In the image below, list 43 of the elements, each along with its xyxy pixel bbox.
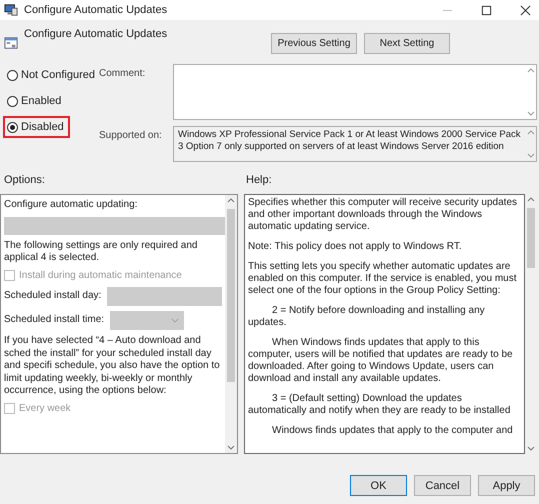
help-paragraph: 2 = Notify before downloading and installing any updates. — [248, 305, 486, 329]
options-heading: Configure automatic updating: — [4, 199, 138, 212]
chevron-icon — [171, 318, 180, 323]
scroll-down-icon[interactable] — [526, 153, 534, 158]
supported-on-field: Windows XP Professional Service Pack 1 or At least Windows 2000 Service Pack 3 Option 7 only supported on servers of at least Windows Server 2016 edition — [173, 126, 537, 162]
comment-label: Comment: — [99, 67, 146, 81]
scroll-up-icon[interactable] — [227, 198, 235, 203]
options-label: Options: — [4, 174, 46, 186]
computer-icon — [4, 3, 18, 17]
scroll-up-icon[interactable] — [526, 130, 534, 135]
comment-field[interactable] — [173, 64, 537, 120]
field-label: Scheduled install day: — [4, 290, 102, 303]
options-text: The following settings are only required and applical 4 is selected. — [4, 240, 198, 264]
radio-option[interactable]: Disabled — [3, 116, 70, 138]
scrollbar-thumb[interactable] — [527, 208, 535, 268]
window-title: Configure Automatic Updates — [24, 4, 168, 16]
policy-title: Configure Automatic Updates — [24, 28, 168, 40]
dialog-button[interactable]: Cancel — [414, 475, 471, 496]
scroll-down-icon[interactable] — [526, 111, 534, 116]
policy-icon — [4, 36, 18, 50]
scrollbar-thumb[interactable] — [227, 209, 235, 382]
scroll-up-icon[interactable] — [526, 68, 534, 73]
help-paragraph: 3 = (Default setting) Download the updates automatically and notify when they are ready to be installed — [248, 393, 512, 417]
radio-option[interactable]: Enabled — [3, 90, 66, 112]
dialog-button[interactable]: OK — [350, 475, 407, 496]
help-paragraph: This setting lets you specify whether automatic updates are enabled on this computer. If the service is enabled, you must select one of the four options in the Group Policy Setting: — [248, 261, 518, 297]
dialog-button[interactable]: Apply — [478, 475, 535, 496]
help-paragraph: When Windows finds updates that apply to this computer, users will be notified that updates are ready to be downloaded. After going to Windows Update, users can download and install any available updates. — [248, 337, 514, 385]
help-paragraph: Windows finds updates that apply to the computer and — [271, 425, 514, 437]
nav-button[interactable]: Previous Setting — [271, 32, 357, 54]
radio-option[interactable]: Not Configured — [3, 64, 99, 86]
nav-button[interactable]: Next Setting — [364, 32, 450, 54]
scroll-up-icon[interactable] — [527, 197, 535, 202]
scroll-down-icon[interactable] — [227, 445, 235, 450]
help-label: Help: — [246, 174, 273, 186]
help-paragraph: Specifies whether this computer will receive security updates and other important downloads through the Windows automatic updating service. — [248, 197, 518, 233]
maximize-icon[interactable] — [481, 4, 492, 16]
scroll-down-icon[interactable] — [527, 446, 535, 451]
options-text: If you have selected “4 – Auto download and sched the install” for your scheduled install day and specifi schedule, you also have the option to limit updating weekly, bi-weekly or monthly occurrence, using the options below: — [4, 335, 221, 398]
help-paragraph: Note: This policy does not apply to Windows RT. — [248, 241, 463, 253]
field-label: Scheduled install time: — [4, 314, 104, 327]
close-icon[interactable] — [520, 4, 531, 16]
supported-label: Supported on: — [99, 129, 163, 143]
